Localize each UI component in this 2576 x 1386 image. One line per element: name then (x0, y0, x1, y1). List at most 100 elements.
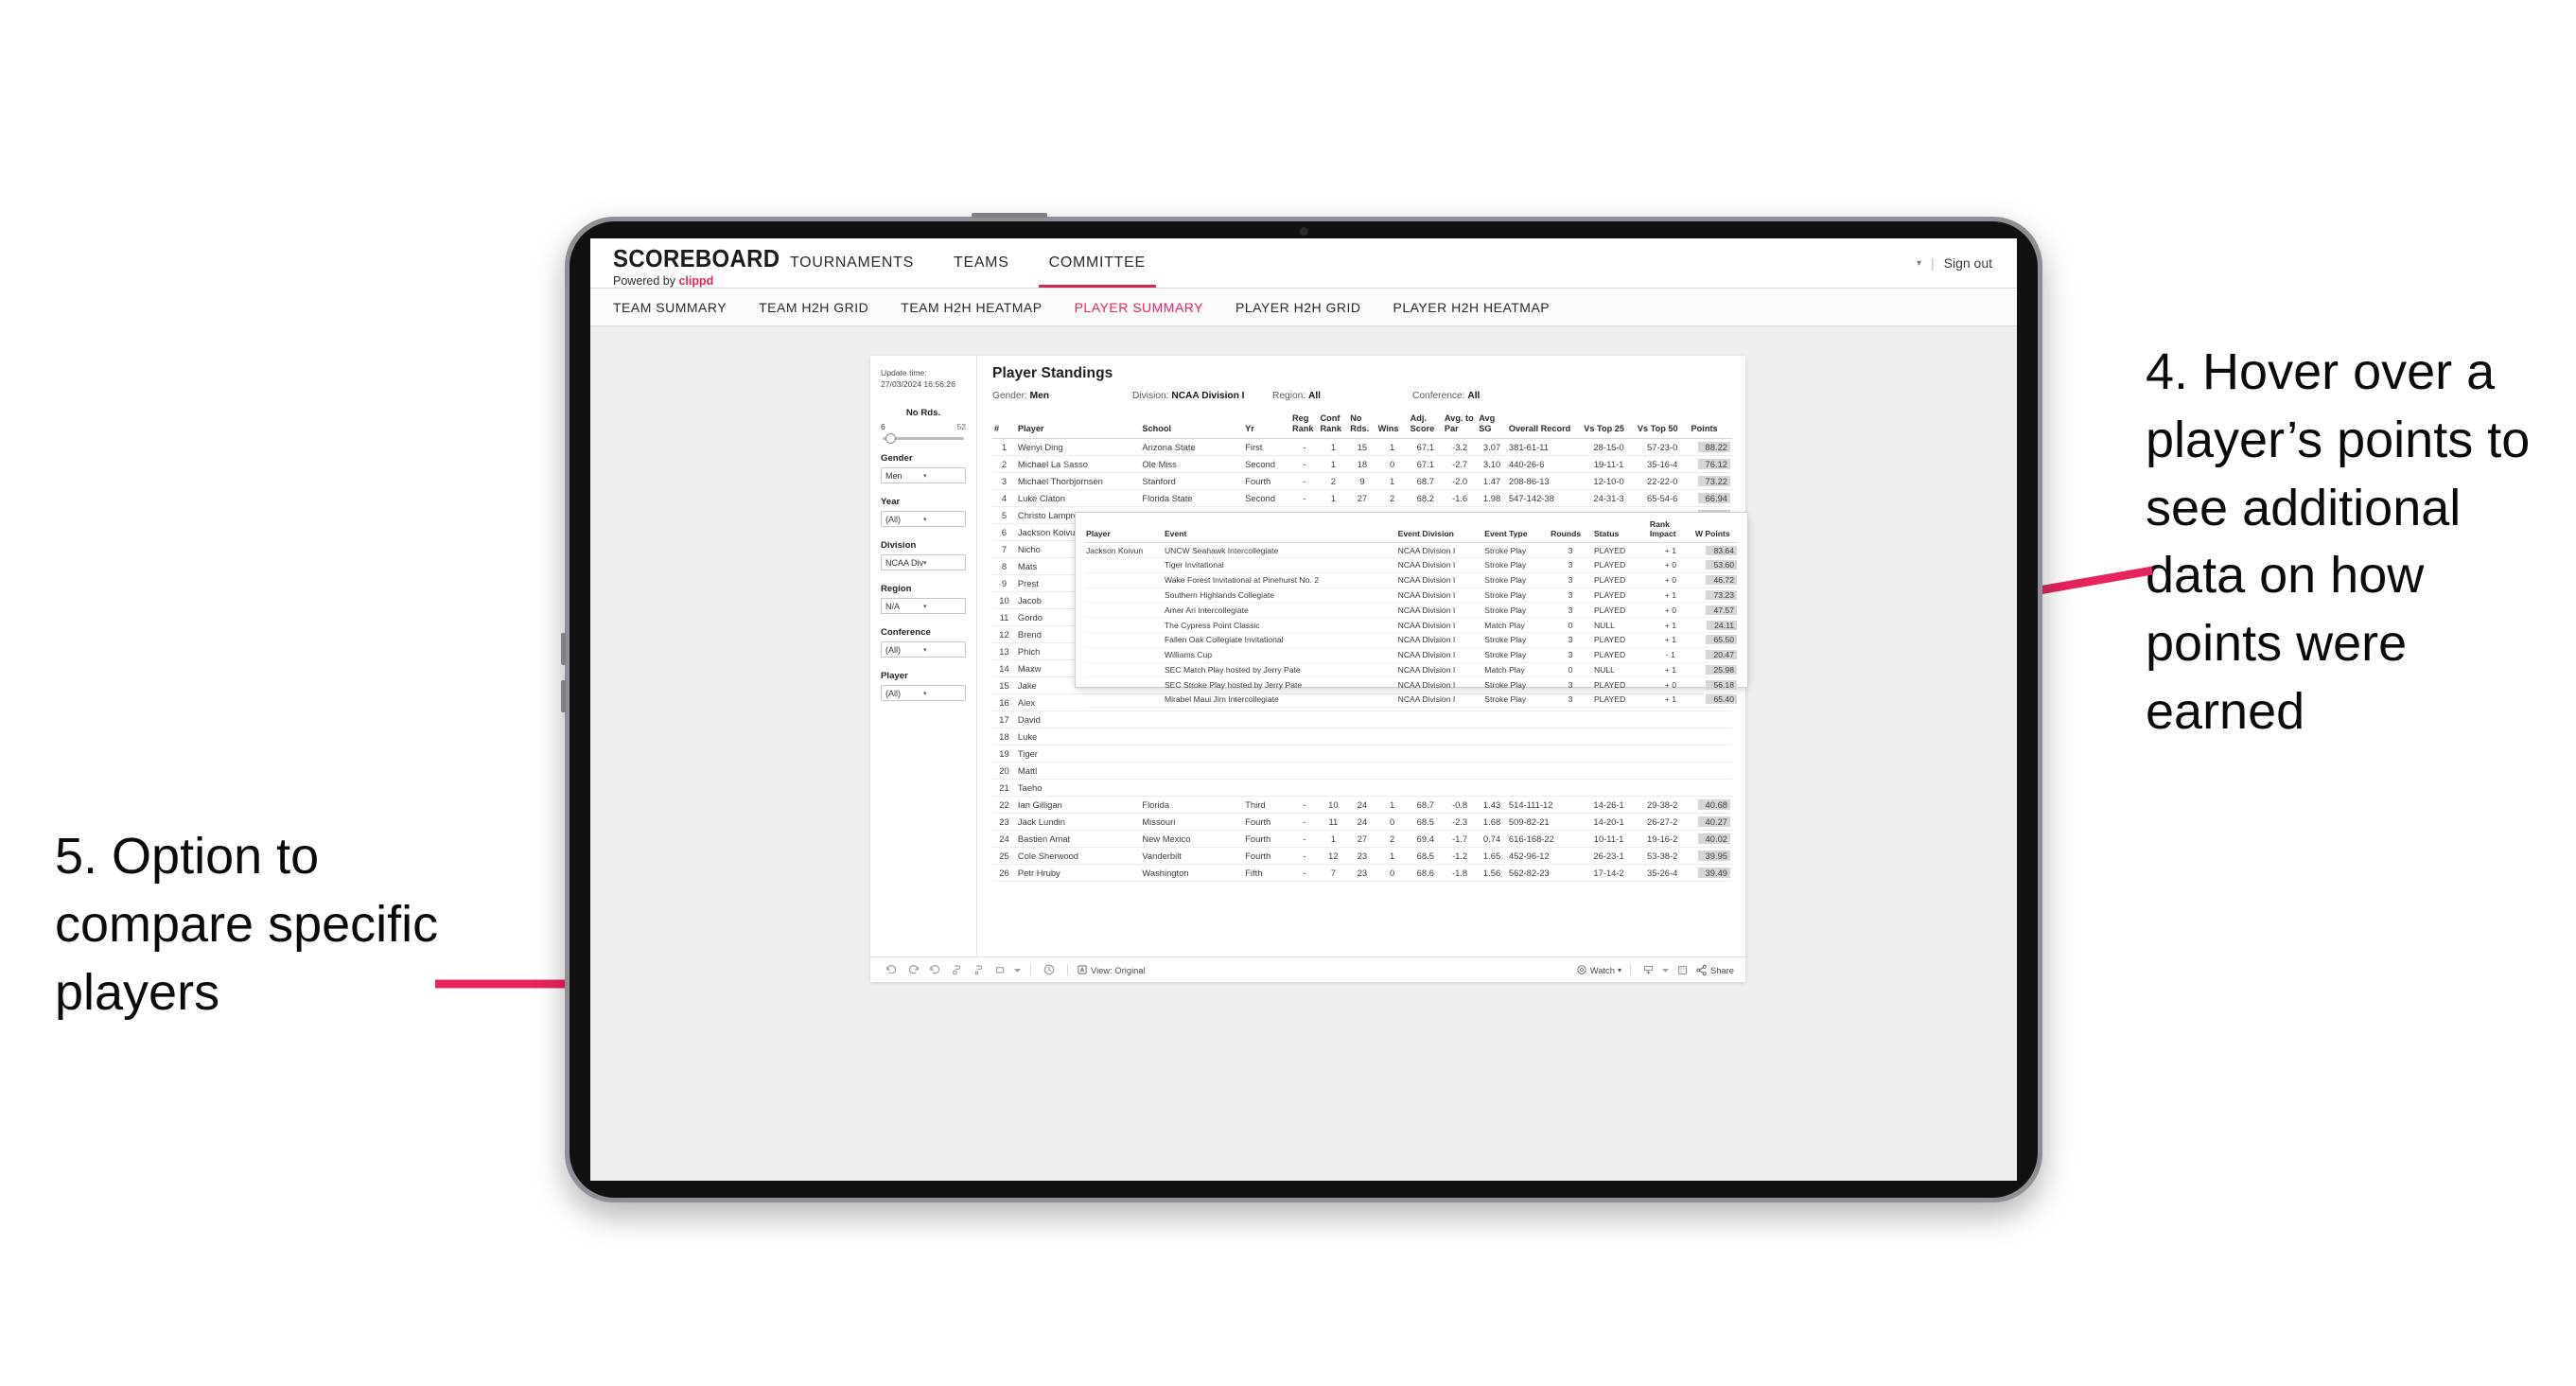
col-adj-score[interactable]: Adj. Score (1408, 412, 1443, 440)
table-row[interactable]: 3 Michael Thorbjornsen Stanford Fourth -2 9 1 6… (992, 472, 1732, 491)
download-chevron-down-icon[interactable] (1661, 961, 1671, 978)
nav-tab-committee[interactable]: COMMITTEE (1029, 238, 1165, 288)
points-badge[interactable]: 66.94 (1697, 493, 1730, 504)
filter-player-select[interactable]: (All) ▾ (881, 685, 966, 702)
tt-status: PLAYED (1591, 692, 1648, 708)
col-yr[interactable]: Yr (1243, 412, 1291, 440)
table-row[interactable]: 20 Mattl (992, 762, 1732, 781)
subtab-player-h2h-heatmap[interactable]: PLAYER H2H HEATMAP (1393, 300, 1551, 315)
subtab-player-h2h-grid[interactable]: PLAYER H2H GRID (1235, 300, 1361, 315)
view-original-button[interactable]: View: Original (1077, 964, 1146, 975)
col-avg-sg[interactable]: Avg SG (1477, 412, 1507, 440)
cell-points[interactable]: 88.22 (1689, 438, 1732, 457)
filter-gender-select[interactable]: Men ▾ (881, 467, 966, 484)
cell-points[interactable]: 73.22 (1689, 472, 1732, 491)
cell-points[interactable]: 76.12 (1689, 455, 1732, 474)
download-icon[interactable] (1639, 961, 1658, 978)
account-chevron-down-icon[interactable]: ▾ (1917, 258, 1921, 269)
no-rounds-slider-handle[interactable] (885, 432, 896, 444)
cell-points[interactable]: 39.95 (1689, 847, 1732, 866)
cell-reg: - (1290, 796, 1319, 815)
points-badge[interactable]: 73.22 (1697, 476, 1730, 487)
cell-points[interactable]: 40.02 (1689, 830, 1732, 849)
col-no-rds[interactable]: No Rds. (1348, 412, 1376, 440)
redo-icon[interactable] (903, 961, 922, 978)
subtab-team-summary[interactable]: TEAM SUMMARY (613, 300, 727, 315)
cell-t25: 14-20-1 (1582, 813, 1636, 832)
subtab-team-h2h-grid[interactable]: TEAM H2H GRID (759, 300, 868, 315)
meta-conference-value: All (1467, 391, 1481, 401)
table-row[interactable]: 4 Luke Claton Florida State Second -1 27 2 68.2… (992, 489, 1732, 508)
refresh-icon[interactable] (1040, 961, 1059, 978)
table-row[interactable]: 19 Tiger (992, 745, 1732, 763)
pause-auto-update-icon[interactable] (947, 961, 966, 978)
table-row[interactable]: 23 Jack Lundin Missouri Fourth -11 24 0 68.5 -2.… (992, 813, 1732, 832)
fullscreen-icon[interactable] (1674, 961, 1692, 978)
cell-points[interactable] (1689, 779, 1732, 798)
points-badge[interactable]: 40.02 (1697, 833, 1730, 845)
subtab-team-h2h-heatmap[interactable]: TEAM H2H HEATMAP (901, 300, 1042, 315)
points-badge[interactable]: 40.68 (1697, 799, 1730, 811)
brand-logo[interactable]: SCOREBOARD Powered by clippd (590, 238, 780, 288)
table-row[interactable]: 24 Bastien Amat New Mexico Fourth -1 27 2 69.4-… (992, 830, 1732, 849)
points-badge[interactable]: 76.12 (1697, 459, 1730, 470)
table-row[interactable]: 25 Cole Sherwood Vanderbilt Fourth -12 23 1 68.… (992, 847, 1732, 866)
device-layout-icon[interactable] (990, 961, 1009, 978)
cell-reg: - (1290, 472, 1319, 491)
volume-button-down[interactable] (561, 680, 566, 712)
device-layout-chevron-down-icon[interactable] (1012, 961, 1022, 978)
cell-points[interactable] (1689, 762, 1732, 781)
undo-icon[interactable] (882, 961, 901, 978)
no-rounds-slider-track[interactable] (883, 432, 964, 444)
cell-points[interactable] (1689, 711, 1732, 729)
table-row[interactable]: 22 Ian Gilligan Florida Third -10 24 1 68.7 -0.8… (992, 796, 1732, 815)
volume-button-up[interactable] (561, 633, 566, 665)
cell-t25 (1582, 711, 1636, 729)
table-row[interactable]: 26 Petr Hruby Washington Fifth -7 23 0 68.6 -1.8… (992, 864, 1732, 883)
cell-points[interactable] (1689, 728, 1732, 746)
col-player[interactable]: Player (1015, 412, 1141, 440)
points-badge[interactable]: 39.95 (1697, 851, 1730, 862)
tt-impact: + 1 (1647, 588, 1693, 604)
revert-icon[interactable] (925, 961, 944, 978)
table-row[interactable]: 21 Taeho (992, 779, 1732, 798)
col-conf-rank[interactable]: Conf Rank (1318, 412, 1349, 440)
nav-tab-tournaments[interactable]: TOURNAMENTS (770, 238, 934, 288)
cell-points[interactable]: 39.49 (1689, 864, 1732, 883)
table-row[interactable]: 1 Wenyi Ding Arizona State First -1 15 1 67.1 -3… (992, 438, 1732, 457)
watch-button[interactable]: Watch ▾ (1576, 964, 1621, 975)
filter-year-select[interactable]: (All) ▾ (881, 511, 966, 528)
cell-points[interactable]: 40.27 (1689, 813, 1732, 832)
col-vs-top-50[interactable]: Vs Top 50 (1635, 412, 1690, 440)
cell-sg (1477, 728, 1507, 746)
points-badge[interactable]: 88.22 (1697, 442, 1730, 453)
col-overall-record[interactable]: Overall Record (1506, 412, 1583, 440)
resume-auto-update-icon[interactable] (969, 961, 988, 978)
cell-points[interactable]: 40.68 (1689, 796, 1732, 815)
points-badge[interactable]: 39.49 (1697, 868, 1730, 879)
table-row[interactable]: 18 Luke (992, 728, 1732, 746)
cell-points[interactable] (1689, 745, 1732, 763)
subtab-player-summary[interactable]: PLAYER SUMMARY (1075, 300, 1203, 315)
points-badge[interactable]: 40.27 (1697, 816, 1730, 828)
filter-region-select[interactable]: N/A ▾ (881, 598, 966, 615)
col-wins[interactable]: Wins (1376, 412, 1409, 440)
col-reg-rank[interactable]: Reg Rank (1290, 412, 1319, 440)
col-points[interactable]: Points (1689, 412, 1732, 440)
cell-points[interactable]: 66.94 (1689, 489, 1732, 508)
sign-out-link[interactable]: Sign out (1944, 255, 1992, 271)
col-rank[interactable]: # (992, 412, 1016, 440)
power-button[interactable] (972, 213, 1047, 218)
table-row[interactable]: 2 Michael La Sasso Ole Miss Second -1 18 0 67.1… (992, 455, 1732, 474)
filter-conference-select[interactable]: (All) ▾ (881, 641, 966, 658)
table-row[interactable]: 17 David (992, 711, 1732, 729)
nav-tab-teams[interactable]: TEAMS (934, 238, 1029, 288)
slider-max: 52 (956, 422, 966, 432)
filter-division-select[interactable]: NCAA Division I ▾ (881, 554, 966, 571)
col-vs-top-25[interactable]: Vs Top 25 (1582, 412, 1636, 440)
tt-impact: + 1 (1647, 662, 1693, 678)
col-avg-to-par[interactable]: Avg. to Par (1442, 412, 1478, 440)
cell-yr: Fourth (1243, 472, 1291, 491)
share-button[interactable]: Share (1695, 964, 1734, 976)
col-school[interactable]: School (1140, 412, 1244, 440)
